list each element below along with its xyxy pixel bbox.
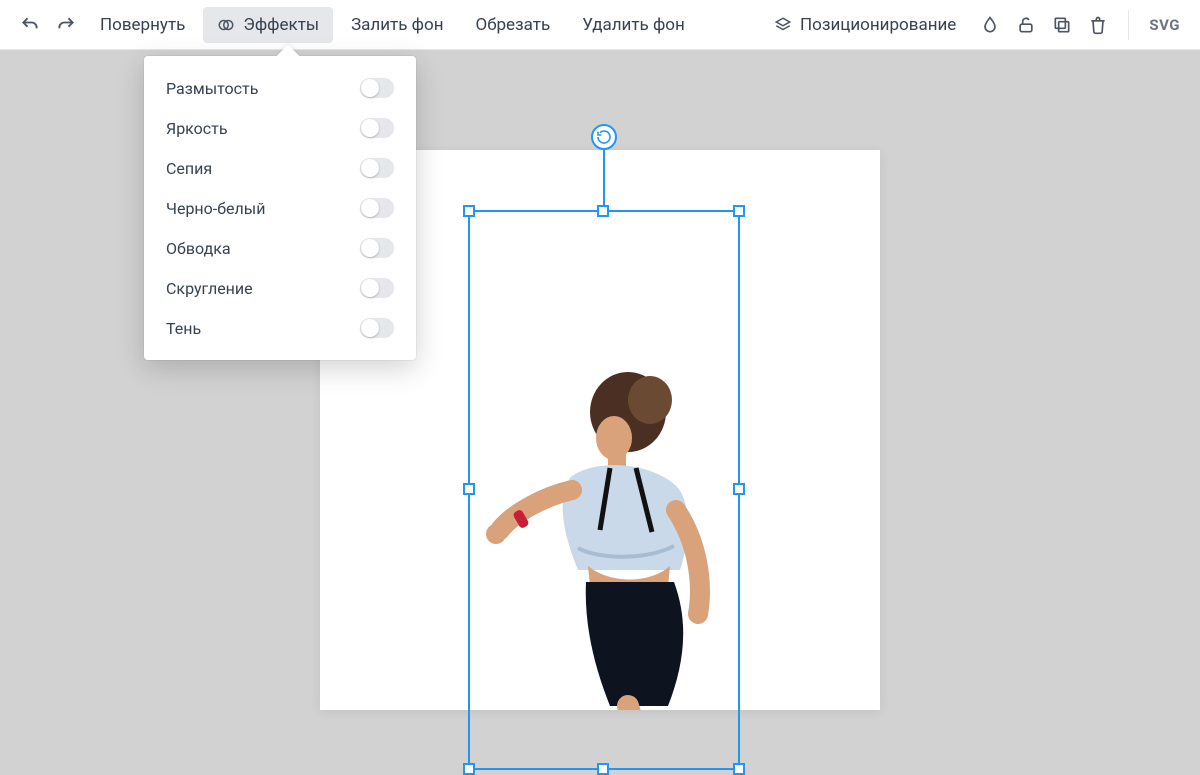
effect-label: Яркость — [166, 119, 228, 138]
toggle-sepia[interactable] — [360, 158, 394, 178]
layers-icon — [774, 16, 792, 34]
effect-row-rounding[interactable]: Скругление — [144, 268, 416, 308]
effects-icon — [217, 16, 235, 34]
selected-image[interactable] — [460, 360, 740, 710]
rotate-icon — [596, 129, 612, 145]
resize-handle-n[interactable] — [597, 205, 609, 217]
resize-handle-sw[interactable] — [463, 763, 475, 775]
toolbar-separator — [1128, 10, 1129, 40]
undo-button[interactable] — [14, 9, 46, 41]
crop-button[interactable]: Обрезать — [462, 7, 565, 43]
toolbar: Повернуть Эффекты Залить фон Обрезать Уд… — [0, 0, 1200, 50]
redo-icon — [56, 15, 76, 35]
droplet-icon — [980, 15, 1000, 35]
rotate-label: Повернуть — [100, 15, 185, 35]
rotate-handle[interactable] — [591, 124, 617, 150]
resize-handle-s[interactable] — [597, 763, 609, 775]
effect-label: Обводка — [166, 239, 231, 258]
remove-bg-label: Удалить фон — [582, 15, 685, 35]
resize-handle-se[interactable] — [733, 763, 745, 775]
effect-row-brightness[interactable]: Яркость — [144, 108, 416, 148]
effect-row-outline[interactable]: Обводка — [144, 228, 416, 268]
effect-label: Тень — [166, 319, 201, 338]
undo-icon — [20, 15, 40, 35]
lock-button[interactable] — [1010, 9, 1042, 41]
rotate-stem — [603, 148, 605, 206]
effects-label: Эффекты — [243, 15, 319, 35]
positioning-button[interactable]: Позиционирование — [760, 7, 970, 43]
opacity-button[interactable] — [974, 9, 1006, 41]
effect-row-blur[interactable]: Размытость — [144, 68, 416, 108]
effect-row-bw[interactable]: Черно-белый — [144, 188, 416, 228]
toggle-bw[interactable] — [360, 198, 394, 218]
delete-button[interactable] — [1082, 9, 1114, 41]
effect-label: Скругление — [166, 279, 253, 298]
effect-label: Размытость — [166, 79, 258, 98]
duplicate-button[interactable] — [1046, 9, 1078, 41]
trash-icon — [1088, 15, 1108, 35]
resize-handle-w[interactable] — [463, 483, 475, 495]
effect-label: Черно-белый — [166, 199, 265, 218]
effects-button[interactable]: Эффекты — [203, 7, 333, 43]
toggle-blur[interactable] — [360, 78, 394, 98]
rotate-button[interactable]: Повернуть — [86, 7, 199, 43]
toggle-outline[interactable] — [360, 238, 394, 258]
toggle-shadow[interactable] — [360, 318, 394, 338]
toggle-rounding[interactable] — [360, 278, 394, 298]
positioning-label: Позиционирование — [800, 15, 956, 35]
remove-bg-button[interactable]: Удалить фон — [568, 7, 699, 43]
copy-icon — [1052, 15, 1072, 35]
effects-dropdown: Размытость Яркость Сепия Черно-белый Обв… — [144, 56, 416, 360]
redo-button[interactable] — [50, 9, 82, 41]
unlock-icon — [1016, 15, 1036, 35]
effect-label: Сепия — [166, 159, 212, 178]
toggle-brightness[interactable] — [360, 118, 394, 138]
resize-handle-nw[interactable] — [463, 205, 475, 217]
effect-row-sepia[interactable]: Сепия — [144, 148, 416, 188]
fill-bg-label: Залить фон — [351, 15, 443, 35]
resize-handle-ne[interactable] — [733, 205, 745, 217]
person-illustration — [460, 360, 740, 710]
resize-handle-e[interactable] — [733, 483, 745, 495]
effect-row-shadow[interactable]: Тень — [144, 308, 416, 348]
crop-label: Обрезать — [476, 15, 551, 35]
format-badge[interactable]: SVG — [1143, 16, 1186, 34]
fill-bg-button[interactable]: Залить фон — [337, 7, 457, 43]
